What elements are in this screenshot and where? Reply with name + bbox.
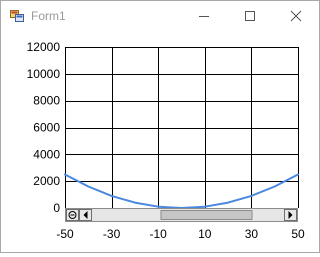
app-window: Form1 0 2000 4000 6000 8000 10000 12000: [0, 0, 320, 253]
x-tick-label: 50: [291, 227, 305, 241]
title-bar[interactable]: Form1: [1, 1, 319, 31]
maximize-button[interactable]: [227, 1, 273, 31]
x-tick-label: -50: [56, 227, 74, 241]
x-tick-label: 30: [245, 227, 259, 241]
close-button[interactable]: [273, 1, 319, 31]
grid-layer: [65, 47, 299, 209]
x-tick-label: -30: [103, 227, 121, 241]
chart-area: 0 2000 4000 6000 8000 10000 12000 -50 -30 -10 10 3…: [1, 31, 319, 252]
x-tick-label: -10: [150, 227, 168, 241]
y-tick-label: 0: [53, 201, 60, 215]
y-tick-label: 2000: [33, 174, 60, 188]
minimize-icon: [199, 16, 209, 17]
close-icon: [290, 10, 302, 22]
horizontal-scrollbar[interactable]: [65, 208, 298, 222]
maximize-icon: [245, 11, 255, 21]
y-tick-label: 4000: [33, 147, 60, 161]
minimize-button[interactable]: [181, 1, 227, 31]
series-line-0: [64, 173, 299, 209]
line-chart: 0 2000 4000 6000 8000 10000 12000 -50 -30 -10 10 3…: [27, 40, 305, 241]
y-tick-labels: 0 2000 4000 6000 8000 10000 12000: [27, 40, 61, 215]
window-title: Form1: [31, 9, 66, 23]
x-tick-label: 10: [198, 227, 212, 241]
y-tick-label: 12000: [27, 40, 61, 54]
app-icon: [10, 10, 24, 22]
y-tick-label: 10000: [27, 67, 61, 81]
series-layer: [64, 173, 299, 209]
y-tick-label: 6000: [33, 121, 60, 135]
x-tick-labels: -50 -30 -10 10 30 50: [56, 227, 305, 241]
y-tick-label: 8000: [33, 94, 60, 108]
scrollbar-thumb[interactable]: [160, 210, 253, 220]
